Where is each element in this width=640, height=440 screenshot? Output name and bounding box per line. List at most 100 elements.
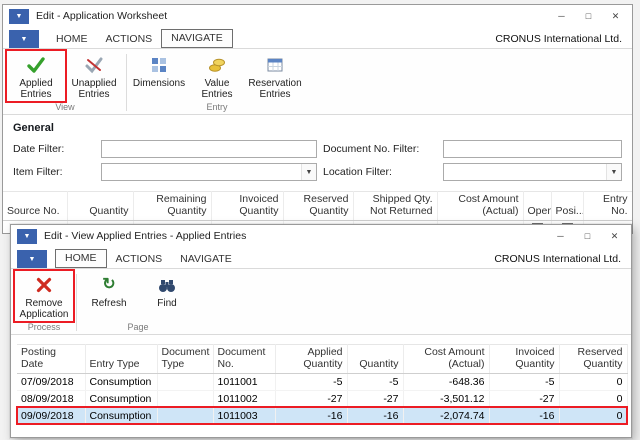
ribbon-tabstrip: ▼ HOME ACTIONS NAVIGATE CRONUS Internati… — [11, 247, 631, 269]
column-header[interactable]: Quantity — [67, 191, 134, 221]
cell-cost-amount[interactable]: -648.36 — [403, 373, 490, 391]
table-row[interactable]: 07/09/2018 Consumption 1011001 -5 -5 -64… — [17, 373, 628, 391]
column-header[interactable]: Invoiced Quantity — [211, 191, 284, 221]
column-header[interactable]: Reserved Quantity — [559, 344, 628, 374]
chevron-down-icon: ▼ — [28, 255, 36, 263]
value-entries-button[interactable]: Value Entries — [188, 51, 246, 101]
location-filter-input[interactable] — [443, 163, 622, 181]
location-filter-dropdown-icon[interactable]: ▼ — [606, 164, 621, 180]
column-header[interactable]: Source No. — [3, 191, 68, 221]
column-header[interactable]: Posting Date — [17, 344, 86, 374]
column-header[interactable]: Cost Amount (Actual) — [437, 191, 524, 221]
ribbon-group-entry: Dimensions Value Entries Reservation Ent… — [130, 51, 304, 114]
column-header[interactable]: Document Type — [157, 344, 214, 374]
application-menu-button[interactable]: ▼ — [9, 30, 39, 48]
column-header[interactable]: Applied Quantity — [275, 344, 348, 374]
column-header[interactable]: Remaining Quantity — [133, 191, 212, 221]
remove-application-button[interactable]: Remove Application — [13, 268, 75, 324]
tab-home[interactable]: HOME — [47, 31, 97, 48]
ribbon-group-label-page: Page — [127, 322, 149, 332]
check-icon — [26, 55, 46, 75]
cell-applied-quantity[interactable]: -16 — [275, 407, 348, 425]
refresh-label: Refresh — [91, 298, 127, 309]
cell-quantity[interactable]: -5 — [347, 373, 404, 391]
column-header[interactable]: Open — [523, 191, 552, 221]
app-menu-icon[interactable]: ▼ — [17, 228, 37, 244]
column-header[interactable]: Entry No. — [583, 191, 632, 221]
cell-reserved-quantity[interactable]: 0 — [559, 373, 628, 391]
cell-reserved-quantity[interactable]: 0 — [559, 407, 628, 425]
reservation-entries-label: Reservation Entries — [248, 78, 302, 101]
tab-navigate[interactable]: NAVIGATE — [161, 29, 233, 48]
column-header[interactable]: Cost Amount (Actual) — [403, 344, 490, 374]
cell-invoiced-quantity[interactable]: -5 — [489, 373, 560, 391]
general-fasttab: General Date Filter: Document No. Filter… — [3, 115, 632, 183]
item-filter-input[interactable] — [101, 163, 317, 181]
cell-cost-amount[interactable]: -3,501.12 — [403, 390, 490, 408]
cell-invoiced-quantity[interactable]: -16 — [489, 407, 560, 425]
cell-document-no[interactable]: 1011002 — [213, 390, 276, 408]
chevron-down-icon: ▼ — [20, 35, 28, 43]
cell-cost-amount[interactable]: -2,074.74 — [403, 407, 490, 425]
cell-entry-type[interactable]: Consumption — [85, 390, 158, 408]
binoculars-icon — [157, 275, 177, 295]
column-header[interactable]: Invoiced Quantity — [489, 344, 560, 374]
applied-entries-grid: Posting Date Entry Type Document Type Do… — [16, 344, 628, 425]
reservation-entries-button[interactable]: Reservation Entries — [246, 51, 304, 101]
ribbon: Remove Application Process ↻ Refresh Fin… — [11, 268, 631, 335]
titlebar[interactable]: ▼ Edit - View Applied Entries - Applied … — [11, 225, 631, 247]
tab-home[interactable]: HOME — [55, 249, 107, 268]
ledger-icon — [266, 55, 284, 75]
close-button[interactable]: ✕ — [601, 228, 628, 245]
cell-applied-quantity[interactable]: -27 — [275, 390, 348, 408]
column-header[interactable]: Quantity — [347, 344, 404, 374]
cell-applied-quantity[interactable]: -5 — [275, 373, 348, 391]
close-button[interactable]: ✕ — [602, 8, 629, 25]
cell-entry-type[interactable]: Consumption — [85, 373, 158, 391]
cell-entry-type[interactable]: Consumption — [85, 407, 158, 425]
document-no-filter-input[interactable] — [443, 140, 622, 158]
application-menu-button[interactable]: ▼ — [17, 250, 47, 268]
table-row-selected[interactable]: 09/09/2018 Consumption 1011003 -16 -16 -… — [16, 406, 628, 425]
cell-document-type[interactable] — [157, 407, 214, 425]
column-header[interactable]: Posi... — [551, 191, 584, 221]
column-header[interactable]: Entry Type — [85, 344, 158, 374]
app-menu-icon[interactable]: ▼ — [9, 8, 29, 24]
refresh-button[interactable]: ↻ Refresh — [80, 271, 138, 310]
minimize-button[interactable]: ─ — [548, 8, 575, 25]
cell-posting-date[interactable]: 07/09/2018 — [17, 373, 86, 391]
cell-invoiced-quantity[interactable]: -27 — [489, 390, 560, 408]
cell-reserved-quantity[interactable]: 0 — [559, 390, 628, 408]
cell-document-no[interactable]: 1011001 — [213, 373, 276, 391]
general-fasttab-header[interactable]: General — [13, 122, 622, 134]
cell-document-type[interactable] — [157, 373, 214, 391]
cell-posting-date[interactable]: 09/09/2018 — [17, 407, 86, 425]
unapplied-entries-button[interactable]: Unapplied Entries — [65, 51, 123, 101]
maximize-button[interactable]: □ — [575, 8, 602, 25]
window-title: Edit - Application Worksheet — [36, 10, 168, 22]
window-title: Edit - View Applied Entries - Applied En… — [44, 230, 247, 242]
tab-actions[interactable]: ACTIONS — [107, 251, 172, 268]
ribbon-group-page: ↻ Refresh Find Page — [80, 271, 196, 334]
titlebar[interactable]: ▼ Edit - Application Worksheet ─ □ ✕ — [3, 5, 632, 27]
cell-document-no[interactable]: 1011003 — [213, 407, 276, 425]
applied-entries-button[interactable]: Applied Entries — [5, 48, 67, 104]
dimensions-button[interactable]: Dimensions — [130, 51, 188, 90]
cell-posting-date[interactable]: 08/09/2018 — [17, 390, 86, 408]
item-filter-dropdown-icon[interactable]: ▼ — [301, 164, 316, 180]
value-entries-label: Value Entries — [201, 78, 233, 101]
cell-quantity[interactable]: -16 — [347, 407, 404, 425]
tab-navigate[interactable]: NAVIGATE — [171, 251, 241, 268]
column-header[interactable]: Shipped Qty. Not Returned — [353, 191, 438, 221]
column-header[interactable]: Reserved Quantity — [283, 191, 354, 221]
chevron-down-icon: ▼ — [15, 12, 23, 20]
minimize-button[interactable]: ─ — [547, 228, 574, 245]
column-header[interactable]: Document No. — [213, 344, 276, 374]
table-row[interactable]: 08/09/2018 Consumption 1011002 -27 -27 -… — [17, 390, 628, 408]
maximize-button[interactable]: □ — [574, 228, 601, 245]
cell-document-type[interactable] — [157, 390, 214, 408]
tab-actions[interactable]: ACTIONS — [97, 31, 162, 48]
cell-quantity[interactable]: -27 — [347, 390, 404, 408]
date-filter-input[interactable] — [101, 140, 317, 158]
find-button[interactable]: Find — [138, 271, 196, 310]
